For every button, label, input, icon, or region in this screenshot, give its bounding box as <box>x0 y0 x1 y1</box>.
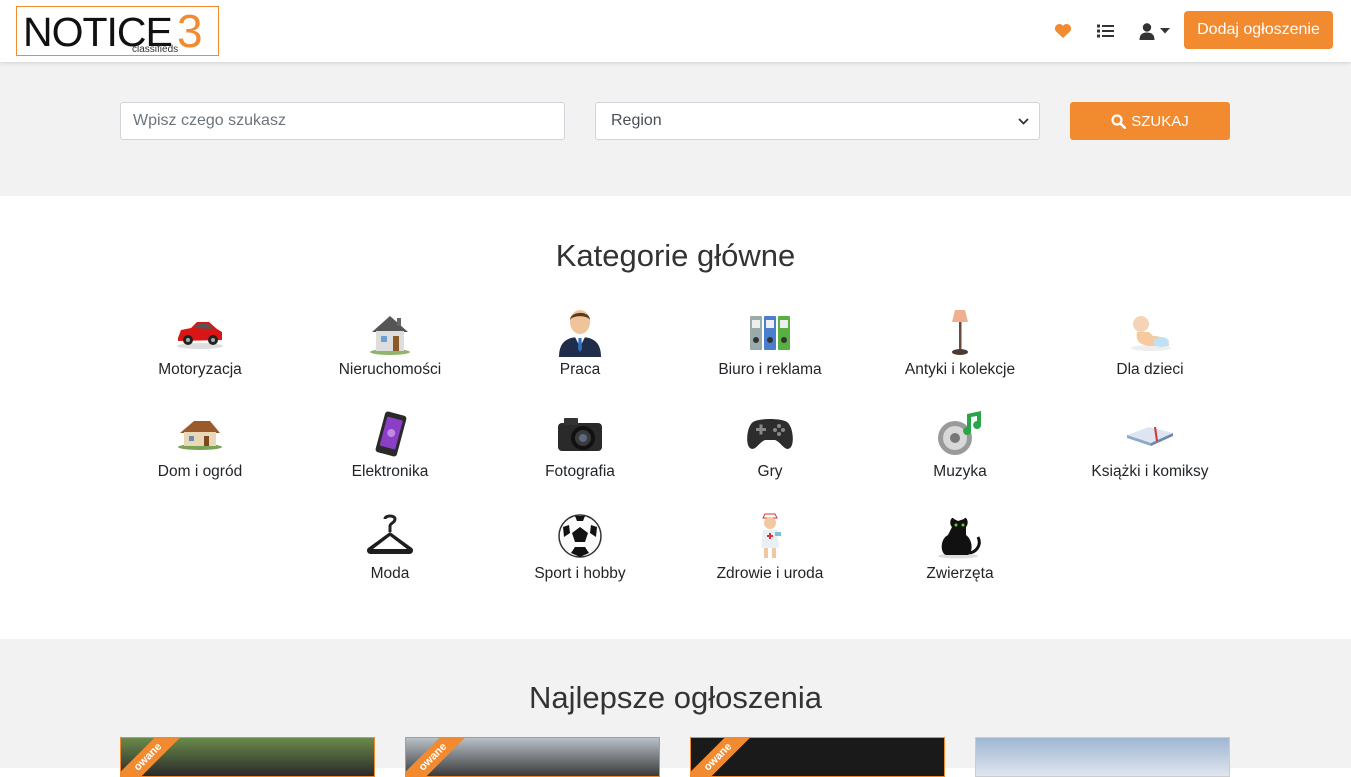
best-listings-title: Najlepsze ogłoszenia <box>529 680 822 715</box>
category-motoryzacja[interactable]: Motoryzacja <box>105 306 295 379</box>
cat-icon <box>934 510 986 562</box>
category-label: Elektronika <box>351 463 429 480</box>
account-menu[interactable] <box>1135 18 1173 44</box>
category-zwierzeta[interactable]: Zwierzęta <box>865 510 1055 583</box>
search-icon <box>1111 113 1127 129</box>
best-listings-section: Najlepsze ogłoszenia owane owane owane <box>0 639 1351 777</box>
football-icon <box>554 510 606 562</box>
promoted-ribbon: owane <box>691 738 764 776</box>
category-antyki-i-kolekcje[interactable]: Antyki i kolekcje <box>865 306 1055 379</box>
promoted-ribbon: owane <box>406 738 479 776</box>
gamepad-icon <box>744 408 796 460</box>
category-ksiazki-i-komiksy[interactable]: Książki i komiksy <box>1055 408 1245 481</box>
category-dom-i-ogrod[interactable]: Dom i ogród <box>105 408 295 481</box>
category-nieruchomosci[interactable]: Nieruchomości <box>295 306 485 379</box>
category-zdrowie-i-uroda[interactable]: Zdrowie i uroda <box>675 510 865 583</box>
logo-subtitle: classifieds <box>132 44 179 55</box>
category-elektronika[interactable]: Elektronika <box>295 408 485 481</box>
baby-icon <box>1124 306 1176 358</box>
heart-icon[interactable] <box>1053 18 1073 44</box>
phone-icon <box>364 408 416 460</box>
site-header: NOTICE 3 classifieds Dodaj ogłoszenie <box>0 0 1351 62</box>
caret-down-icon <box>1159 28 1170 34</box>
categories-title: Kategorie główne <box>555 238 796 273</box>
search-input[interactable] <box>120 102 565 140</box>
user-icon <box>1139 22 1154 40</box>
search-button[interactable]: SZUKAJ <box>1070 102 1230 140</box>
car-icon <box>174 306 226 358</box>
category-label: Książki i komiksy <box>1091 463 1209 480</box>
listing-card[interactable]: owane <box>120 737 375 777</box>
nurse-icon <box>744 510 796 562</box>
category-moda[interactable]: Moda <box>295 510 485 583</box>
cottage-icon <box>174 408 226 460</box>
category-label: Motoryzacja <box>158 361 242 378</box>
site-logo[interactable]: NOTICE 3 classifieds <box>16 6 219 56</box>
region-selected: Region <box>611 112 662 129</box>
chevron-down-icon <box>1018 118 1029 125</box>
category-biuro-i-reklama[interactable]: Biuro i reklama <box>675 306 865 379</box>
category-label: Antyki i kolekcje <box>904 361 1016 378</box>
category-label: Gry <box>757 463 783 480</box>
category-label: Nieruchomości <box>338 361 442 378</box>
listing-card[interactable]: owane <box>405 737 660 777</box>
category-label: Zwierzęta <box>926 565 994 582</box>
category-label: Sport i hobby <box>534 565 626 582</box>
category-praca[interactable]: Praca <box>485 306 675 379</box>
list-icon[interactable] <box>1095 18 1115 44</box>
category-label: Muzyka <box>933 463 987 480</box>
logo-number: 3 <box>177 5 203 57</box>
search-button-label: SZUKAJ <box>1131 112 1189 130</box>
category-label: Dla dzieci <box>1116 361 1184 378</box>
category-muzyka[interactable]: Muzyka <box>865 408 1055 481</box>
lamp-icon <box>934 306 986 358</box>
search-section: Region SZUKAJ <box>0 62 1351 196</box>
category-dla-dzieci[interactable]: Dla dzieci <box>1055 306 1245 379</box>
category-fotografia[interactable]: Fotografia <box>485 408 675 481</box>
add-listing-button[interactable]: Dodaj ogłoszenie <box>1184 11 1333 49</box>
binders-icon <box>744 306 796 358</box>
promoted-ribbon: owane <box>121 738 194 776</box>
category-label: Biuro i reklama <box>718 361 822 378</box>
hanger-icon <box>364 510 416 562</box>
camera-icon <box>554 408 606 460</box>
house-icon <box>364 306 416 358</box>
category-sport-i-hobby[interactable]: Sport i hobby <box>485 510 675 583</box>
category-label: Zdrowie i uroda <box>716 565 824 582</box>
book-icon <box>1124 408 1176 460</box>
speaker-icon <box>934 408 986 460</box>
category-label: Fotografia <box>545 463 615 480</box>
category-label: Moda <box>370 565 410 582</box>
region-select[interactable]: Region <box>595 102 1040 140</box>
listing-card[interactable]: owane <box>690 737 945 777</box>
category-label: Praca <box>559 361 601 378</box>
businessman-icon <box>554 306 606 358</box>
category-gry[interactable]: Gry <box>675 408 865 481</box>
listing-card[interactable] <box>975 737 1230 777</box>
categories-section: Kategorie główne Motoryzacja Nieruchomoś… <box>0 196 1351 639</box>
category-label: Dom i ogród <box>157 463 243 480</box>
